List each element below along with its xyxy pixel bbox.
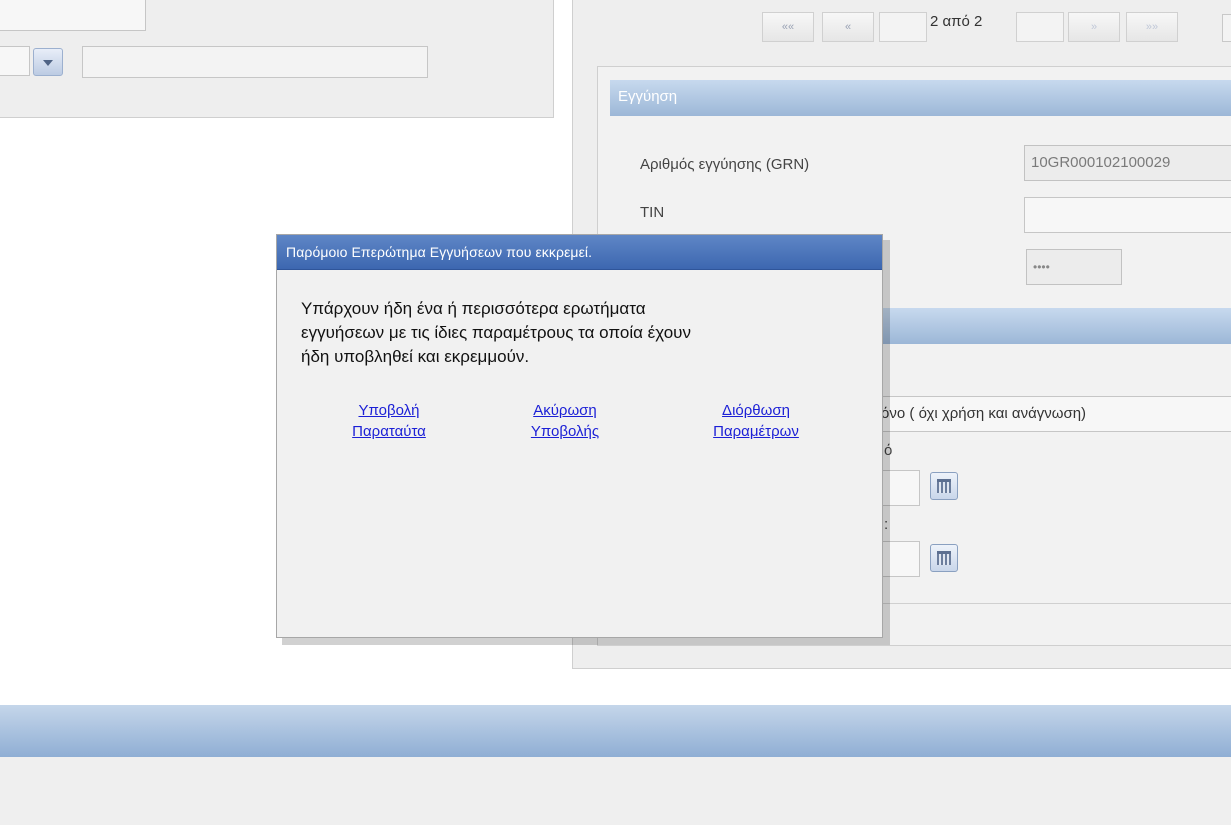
left-top-field[interactable] xyxy=(0,0,146,31)
left-text-field[interactable] xyxy=(82,46,428,78)
code-field[interactable]: •••• xyxy=(1026,249,1122,285)
chevron-down-icon xyxy=(43,60,53,66)
pager-prev-button[interactable]: « xyxy=(822,12,874,42)
pager-next-button[interactable]: » xyxy=(1068,12,1120,42)
grn-label: Αριθμός εγγύησης (GRN) xyxy=(640,156,810,173)
pager-page-info: 2 από 2 xyxy=(930,13,983,30)
grn-field[interactable]: 10GR000102100029 xyxy=(1024,145,1231,181)
bottom-bar xyxy=(0,705,1231,757)
dialog-message-line: ήδη υποβληθεί και εκρεμμούν. xyxy=(301,347,530,366)
pager-last-button[interactable]: »» xyxy=(1126,12,1178,42)
dialog-message: Υπάρχουν ήδη ένα ή περισσότερα ερωτήματα… xyxy=(301,297,871,369)
select-dropdown-button[interactable] xyxy=(33,48,63,76)
correct-parameters-link[interactable]: Διόρθωση Παραμέτρων xyxy=(691,400,821,442)
guarantee-section-header: Εγγύηση xyxy=(610,80,1231,116)
dialog-message-line: εγγυήσεων με τις ίδιες παραμέτρους τα οπ… xyxy=(301,323,691,342)
dialog-message-line: Υπάρχουν ήδη ένα ή περισσότερα ερωτήματα xyxy=(301,299,646,318)
tin-label: TIN xyxy=(640,204,665,221)
pager-blank-1 xyxy=(879,12,927,42)
tin-field[interactable] xyxy=(1024,197,1231,233)
calendar-icon[interactable] xyxy=(930,472,958,500)
pager-blank-2 xyxy=(1016,12,1064,42)
cancel-submission-link[interactable]: Ακύρωση Υποβολής xyxy=(505,400,625,442)
pager-edge xyxy=(1222,14,1231,42)
pager-first-button[interactable]: «« xyxy=(762,12,814,42)
submit-anyway-link[interactable]: Υποβολή Παραταύτα xyxy=(329,400,449,442)
pending-query-dialog: Παρόμοιο Επερώτημα Εγγυήσεων που εκκρεμε… xyxy=(276,234,883,638)
bottom-area xyxy=(0,757,1231,825)
dialog-title: Παρόμοιο Επερώτημα Εγγυήσεων που εκκρεμε… xyxy=(277,235,882,270)
calendar-icon[interactable] xyxy=(930,544,958,572)
left-select-field[interactable] xyxy=(0,46,30,76)
